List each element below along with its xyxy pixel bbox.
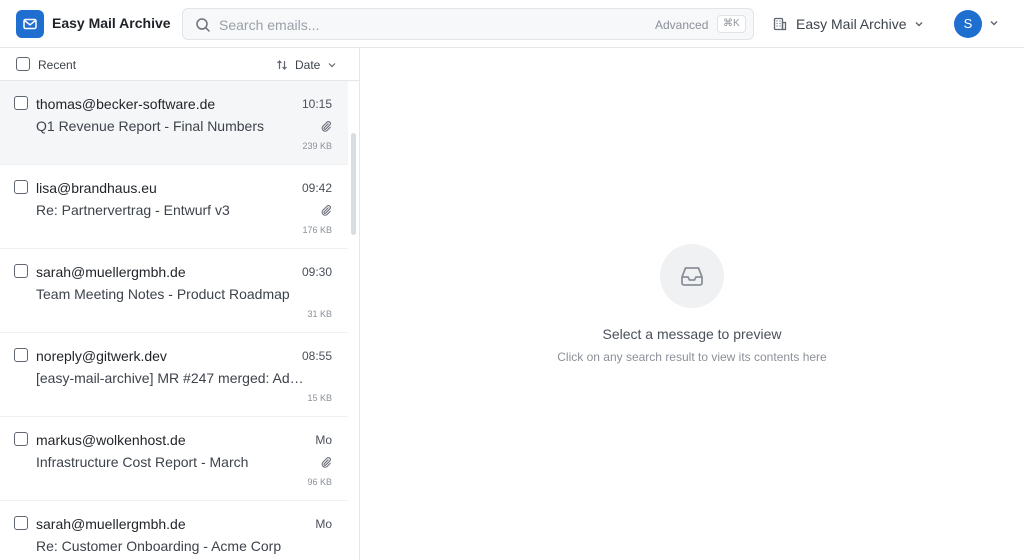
paperclip-icon <box>321 457 331 468</box>
app-title: Easy Mail Archive <box>52 15 171 31</box>
search-icon <box>196 18 210 32</box>
row-checkbox[interactable] <box>14 264 28 278</box>
list-header: Recent Date <box>0 48 359 81</box>
row-checkbox[interactable] <box>14 432 28 446</box>
sender: thomas@becker-software.de <box>36 96 216 112</box>
subject: Re: Partnervertrag - Entwurf v3 <box>36 202 230 218</box>
subject: Re: Customer Onboarding - Acme Corp <box>36 538 282 554</box>
paperclip-icon <box>321 121 331 132</box>
shortcut-hint: ⌘K <box>717 15 746 33</box>
avatar[interactable]: S <box>954 10 982 38</box>
search-bar[interactable]: Advanced ⌘K <box>182 8 754 40</box>
message-list-pane: Recent Date thomas@becker-software.de 10… <box>0 48 360 560</box>
search-input[interactable] <box>219 15 619 35</box>
sort-arrows-icon <box>277 60 287 70</box>
row-checkbox[interactable] <box>14 348 28 362</box>
chevron-down-icon[interactable] <box>989 18 999 28</box>
message-rows: thomas@becker-software.de 10:15 Q1 Reven… <box>0 81 359 560</box>
mail-icon <box>23 18 37 30</box>
sender: markus@wolkenhost.de <box>36 432 186 448</box>
timestamp: Mo <box>315 433 332 447</box>
sender: sarah@muellergmbh.de <box>36 516 186 532</box>
file-size: 176 KB <box>302 225 332 235</box>
message-row[interactable]: noreply@gitwerk.dev 08:55 [easy-mail-arc… <box>0 333 348 417</box>
sender: noreply@gitwerk.dev <box>36 348 167 364</box>
message-row[interactable]: sarah@muellergmbh.de 09:30 Team Meeting … <box>0 249 348 333</box>
timestamp: 08:55 <box>301 349 332 363</box>
subject: Team Meeting Notes - Product Roadmap <box>36 286 290 302</box>
row-checkbox[interactable] <box>14 96 28 110</box>
building-icon <box>773 17 787 31</box>
recent-label: Recent <box>38 58 77 72</box>
subject: [easy-mail-archive] MR #247 merged: Add … <box>36 370 308 386</box>
sort-label: Date <box>295 58 321 72</box>
list-scrollbar[interactable] <box>351 133 356 235</box>
sender: sarah@muellergmbh.de <box>36 264 186 280</box>
account-switcher[interactable]: Easy Mail Archive <box>772 12 924 36</box>
timestamp: 09:42 <box>301 181 332 195</box>
advanced-search-link[interactable]: Advanced <box>655 18 708 32</box>
chevron-down-icon <box>328 63 336 68</box>
timestamp: Mo <box>315 517 332 531</box>
message-row[interactable]: lisa@brandhaus.eu 09:42 Re: Partnervertr… <box>0 165 348 249</box>
subject: Infrastructure Cost Report - March <box>36 454 249 470</box>
file-size: 239 KB <box>302 141 332 151</box>
subject: Q1 Revenue Report - Final Numbers <box>36 118 264 134</box>
row-checkbox[interactable] <box>14 180 28 194</box>
file-size: 96 KB <box>307 477 332 487</box>
account-name: Easy Mail Archive <box>796 16 907 32</box>
preview-pane: Select a message to preview Click on any… <box>360 48 1024 560</box>
empty-state-title: Select a message to preview <box>602 326 782 342</box>
row-checkbox[interactable] <box>14 516 28 530</box>
empty-state-subtitle: Click on any search result to view its c… <box>557 350 827 364</box>
top-bar: Easy Mail Archive Advanced ⌘K Easy Mail … <box>0 0 1024 48</box>
chevron-down-icon <box>915 22 923 27</box>
file-size: 31 KB <box>307 309 332 319</box>
timestamp: 09:30 <box>301 265 332 279</box>
inbox-icon <box>681 267 703 286</box>
sender: lisa@brandhaus.eu <box>36 180 157 196</box>
sort-dropdown[interactable]: Date <box>276 56 337 74</box>
paperclip-icon <box>321 205 331 216</box>
message-row[interactable]: thomas@becker-software.de 10:15 Q1 Reven… <box>0 81 348 165</box>
select-all-checkbox[interactable] <box>16 57 30 71</box>
empty-state-badge <box>660 244 724 308</box>
file-size: 15 KB <box>307 393 332 403</box>
timestamp: 10:15 <box>301 97 332 111</box>
message-row[interactable]: markus@wolkenhost.de Mo Infrastructure C… <box>0 417 348 501</box>
app-logo[interactable] <box>16 10 44 38</box>
message-row[interactable]: sarah@muellergmbh.de Mo Re: Customer Onb… <box>0 501 348 560</box>
